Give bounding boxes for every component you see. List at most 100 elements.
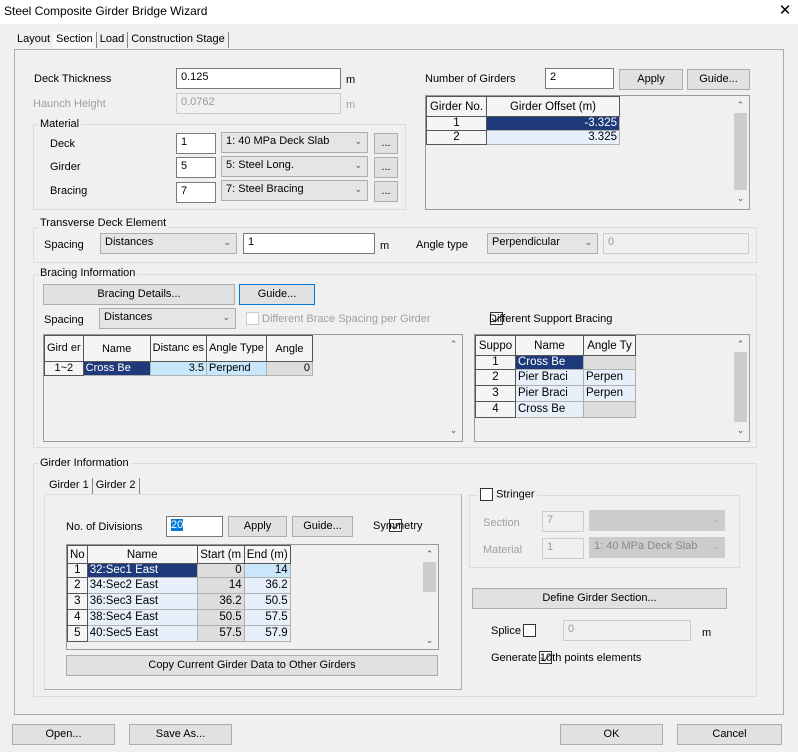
scroll-up-icon[interactable]: ⌃	[446, 336, 461, 352]
tab-girder-2[interactable]: Girder 2	[93, 478, 140, 494]
angle-type-cell[interactable]: Perpend	[205, 361, 267, 376]
scroll-up-icon[interactable]: ⌃	[733, 336, 748, 352]
tab-load[interactable]: Load	[97, 32, 129, 48]
table-row[interactable]: 3 Pier Braci Perpen	[475, 385, 636, 402]
girder-offset-cell[interactable]: 3.325	[486, 130, 620, 145]
deck-thickness-input[interactable]: 0.125	[176, 68, 341, 89]
name-cell[interactable]: Cross Be	[515, 355, 584, 370]
girders-guide-button[interactable]: Guide...	[687, 69, 750, 90]
name-cell[interactable]: Cross Be	[82, 361, 151, 376]
table-row[interactable]: 2 34:Sec2 East 14 36.2	[67, 577, 291, 594]
ok-button[interactable]: OK	[560, 724, 663, 745]
angle-type-cell[interactable]	[583, 355, 636, 370]
end-cell[interactable]: 50.5	[243, 593, 291, 610]
girder-offset-cell[interactable]: -3.325	[486, 116, 620, 131]
scroll-thumb[interactable]	[734, 352, 747, 422]
start-cell[interactable]: 0	[196, 563, 245, 578]
transverse-spacing-input[interactable]: 1	[243, 233, 375, 254]
scroll-down-icon[interactable]: ⌄	[733, 190, 748, 206]
scroll-down-icon[interactable]: ⌄	[422, 632, 437, 648]
bracing-details-button[interactable]: Bracing Details...	[43, 284, 235, 305]
divisions-apply-button[interactable]: Apply	[228, 516, 287, 537]
scroll-thumb[interactable]	[447, 352, 460, 422]
name-cell[interactable]: Pier Braci	[515, 385, 584, 402]
support-grid-scrollbar[interactable]: ⌃ ⌄	[733, 336, 748, 440]
table-row[interactable]: 1 Cross Be	[475, 355, 636, 370]
table-row[interactable]: 5 40:Sec5 East 57.5 57.9	[67, 625, 291, 642]
name-cell[interactable]: 34:Sec2 East	[86, 577, 198, 594]
bracing-material-id[interactable]: 7	[176, 182, 216, 203]
bracing-guide-button[interactable]: Guide...	[239, 284, 315, 305]
angle-cell[interactable]: 0	[265, 361, 313, 376]
number-of-girders-input[interactable]: 2	[545, 68, 614, 89]
name-cell[interactable]: 36:Sec3 East	[86, 593, 198, 610]
bracing-material-browse-button[interactable]: ...	[374, 181, 398, 202]
table-row[interactable]: 3 36:Sec3 East 36.2 50.5	[67, 593, 291, 610]
angle-type-cell[interactable]	[583, 401, 636, 418]
end-cell[interactable]: 14	[243, 563, 291, 578]
divisions-input[interactable]: 20	[166, 516, 223, 537]
splice-checkbox[interactable]	[523, 624, 537, 637]
stringer-section-select[interactable]: ⌄	[589, 510, 725, 531]
table-row[interactable]: 2 3.325	[426, 130, 620, 145]
start-cell[interactable]: 36.2	[196, 593, 245, 610]
bracing-spacing-select[interactable]: Distances ⌄	[99, 308, 236, 329]
open-button[interactable]: Open...	[12, 724, 115, 745]
name-cell[interactable]: 40:Sec5 East	[86, 625, 198, 642]
stringer-section-input[interactable]: 7	[542, 511, 584, 532]
end-cell[interactable]: 57.5	[243, 609, 291, 626]
name-cell[interactable]: Cross Be	[515, 401, 584, 418]
girder-material-select[interactable]: 5: Steel Long. ⌄	[221, 156, 368, 177]
stringer-checkbox[interactable]	[480, 488, 493, 501]
angle-type-cell[interactable]: Perpen	[583, 369, 636, 386]
end-cell[interactable]: 57.9	[243, 625, 291, 642]
bracing-material-select[interactable]: 7: Steel Bracing ⌄	[221, 180, 368, 201]
transverse-spacing-select[interactable]: Distances ⌄	[100, 233, 237, 254]
start-cell[interactable]: 14	[196, 577, 245, 594]
distance-cell[interactable]: 3.5	[149, 361, 207, 376]
start-cell[interactable]: 50.5	[196, 609, 245, 626]
tab-section[interactable]: Section	[53, 32, 97, 48]
bracing-grid-scrollbar[interactable]: ⌃ ⌄	[446, 336, 461, 440]
table-row[interactable]: 4 Cross Be	[475, 401, 636, 418]
scroll-down-icon[interactable]: ⌄	[733, 422, 748, 438]
scroll-up-icon[interactable]: ⌃	[733, 97, 748, 113]
sections-grid-scrollbar[interactable]: ⌃ ⌄	[422, 546, 437, 648]
name-cell[interactable]: 32:Sec1 East	[86, 563, 198, 578]
table-row[interactable]: 4 38:Sec4 East 50.5 57.5	[67, 609, 291, 626]
define-girder-section-button[interactable]: Define Girder Section...	[472, 588, 727, 609]
angle-value-input[interactable]: 0	[603, 233, 749, 254]
tab-construction-stage[interactable]: Construction Stage	[128, 32, 229, 48]
table-row[interactable]: 2 Pier Braci Perpen	[475, 369, 636, 386]
scroll-down-icon[interactable]: ⌄	[446, 422, 461, 438]
divisions-guide-button[interactable]: Guide...	[292, 516, 353, 537]
name-cell[interactable]: Pier Braci	[515, 369, 584, 386]
angle-type-cell[interactable]: Perpen	[583, 385, 636, 402]
save-as-button[interactable]: Save As...	[129, 724, 232, 745]
stringer-material-input[interactable]: 1	[542, 538, 584, 559]
girder-material-id[interactable]: 5	[176, 157, 216, 178]
tab-girder-1[interactable]: Girder 1	[46, 478, 93, 494]
girder-grid-scrollbar[interactable]: ⌃ ⌄	[733, 97, 748, 208]
tab-layout[interactable]: Layout	[14, 32, 53, 48]
scroll-thumb[interactable]	[423, 562, 436, 592]
table-row[interactable]: 1 -3.325	[426, 116, 620, 131]
girders-apply-button[interactable]: Apply	[619, 69, 683, 90]
close-icon[interactable]: ✕	[774, 1, 796, 21]
cancel-button[interactable]: Cancel	[677, 724, 782, 745]
scroll-thumb[interactable]	[734, 113, 747, 190]
stringer-material-select[interactable]: 1: 40 MPa Deck Slab ⌄	[589, 537, 725, 558]
girder-material-browse-button[interactable]: ...	[374, 157, 398, 178]
start-cell[interactable]: 57.5	[196, 625, 245, 642]
deck-material-browse-button[interactable]: ...	[374, 133, 398, 154]
name-cell[interactable]: 38:Sec4 East	[86, 609, 198, 626]
deck-material-id[interactable]: 1	[176, 133, 216, 154]
angle-type-select[interactable]: Perpendicular ⌄	[487, 233, 598, 254]
table-row[interactable]: 1 32:Sec1 East 0 14	[67, 563, 291, 578]
different-brace-spacing-checkbox[interactable]	[246, 312, 259, 325]
copy-girder-data-button[interactable]: Copy Current Girder Data to Other Girder…	[66, 655, 438, 676]
scroll-up-icon[interactable]: ⌃	[422, 546, 437, 562]
end-cell[interactable]: 36.2	[243, 577, 291, 594]
splice-input[interactable]: 0	[563, 620, 691, 641]
table-row[interactable]: 1~2 Cross Be 3.5 Perpend 0	[44, 361, 313, 376]
